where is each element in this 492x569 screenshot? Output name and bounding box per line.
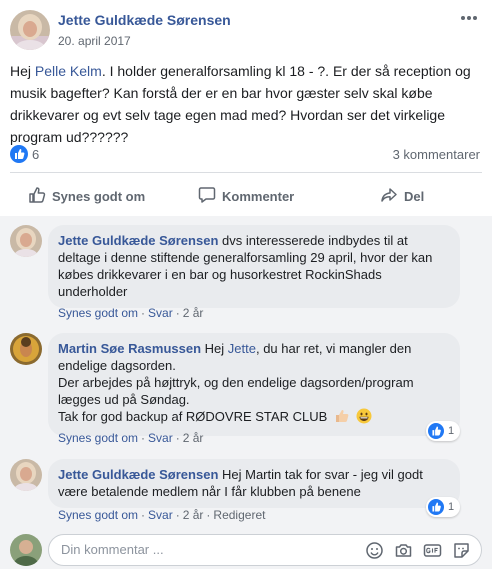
- comment-like-link[interactable]: Synes godt om: [58, 431, 138, 445]
- comment-text-line3: Tak for god backup af RØDOVRE STAR CLUB: [58, 409, 328, 424]
- comment-reaction-pill[interactable]: 1: [426, 497, 461, 517]
- comment-like-link[interactable]: Synes godt om: [58, 508, 138, 522]
- sticker-icon[interactable]: [452, 541, 471, 560]
- thumbs-up-emoji: [334, 408, 350, 428]
- author-avatar[interactable]: [10, 10, 50, 50]
- comment-reaction-pill[interactable]: 1: [426, 421, 461, 441]
- comment-reply-link[interactable]: Svar: [148, 431, 173, 445]
- like-reaction-icon: [428, 499, 444, 515]
- comment-timestamp[interactable]: 2 år: [183, 306, 204, 320]
- comment-avatar[interactable]: [10, 459, 42, 491]
- comment-button-label: Kommenter: [222, 188, 295, 204]
- comment-bubble: Jette Guldkæde Sørensen dvs interessered…: [48, 225, 460, 308]
- like-button-label: Synes godt om: [52, 188, 146, 204]
- comment-composer: [48, 534, 482, 566]
- comment-avatar[interactable]: [10, 333, 42, 365]
- gif-icon[interactable]: [423, 541, 442, 560]
- comment-timestamp[interactable]: 2 år: [183, 508, 204, 522]
- post-text: Hej Pelle Kelm. I holder generalforsamli…: [10, 60, 480, 148]
- reaction-summary: 6 3 kommentarer: [10, 145, 482, 165]
- post-text-prefix: Hej: [10, 63, 35, 79]
- comment-meta: Synes godt om · Svar · 2 år: [58, 306, 204, 320]
- post-author-name[interactable]: Jette Guldkæde Sørensen: [58, 12, 231, 28]
- share-button-label: Del: [404, 188, 425, 204]
- comment-author[interactable]: Martin Søe Rasmussen: [58, 341, 201, 356]
- post-mention-link[interactable]: Pelle Kelm: [35, 63, 102, 79]
- composer-icons: [365, 541, 471, 560]
- comment-button[interactable]: Kommenter: [198, 180, 294, 212]
- current-user-avatar[interactable]: [10, 534, 42, 566]
- comment-icon: [198, 186, 222, 207]
- emoji-icon[interactable]: [365, 541, 384, 560]
- comment-reply-link[interactable]: Svar: [148, 306, 173, 320]
- post-timestamp[interactable]: 20. april 2017: [58, 34, 131, 48]
- divider: [10, 172, 482, 173]
- comment-meta: Synes godt om · Svar · 2 år · Redigeret: [58, 508, 266, 522]
- comment-reply-link[interactable]: Svar: [148, 508, 173, 522]
- comment-reaction-count: 1: [448, 501, 455, 513]
- grinning-emoji: [356, 408, 372, 428]
- action-bar: Synes godt om Kommenter Del: [10, 180, 482, 212]
- more-icon[interactable]: [456, 10, 482, 28]
- comment-text-prefix: Hej: [201, 341, 228, 356]
- comment-bubble: Martin Søe Rasmussen Hej Jette, du har r…: [48, 333, 460, 436]
- thumbs-up-icon: [28, 186, 52, 207]
- comment-bubble: Jette Guldkæde Sørensen Hej Martin tak f…: [48, 459, 460, 508]
- comment-author[interactable]: Jette Guldkæde Sørensen: [58, 467, 218, 482]
- comment-mention-link[interactable]: Jette: [228, 341, 256, 356]
- like-reaction-icon[interactable]: [10, 145, 28, 163]
- comment-count[interactable]: 3 kommentarer: [393, 147, 480, 162]
- comment-meta: Synes godt om · Svar · 2 år: [58, 431, 204, 445]
- comment-line-3: Tak for god backup af RØDOVRE STAR CLUB: [58, 408, 450, 428]
- comment-line-2: Der arbejdes på højttryk, og den endelig…: [58, 375, 414, 407]
- comment-edited-label[interactable]: Redigeret: [213, 508, 265, 522]
- comment-author[interactable]: Jette Guldkæde Sørensen: [58, 233, 218, 248]
- comment-line-1: Martin Søe Rasmussen Hej Jette, du har r…: [58, 340, 450, 374]
- reaction-count[interactable]: 6: [32, 147, 39, 162]
- comment-like-link[interactable]: Synes godt om: [58, 306, 138, 320]
- comment-avatar[interactable]: [10, 225, 42, 257]
- comment-input[interactable]: [61, 542, 351, 557]
- comment-timestamp[interactable]: 2 år: [183, 431, 204, 445]
- like-button[interactable]: Synes godt om: [28, 180, 145, 212]
- camera-icon[interactable]: [394, 541, 413, 560]
- post-header: Jette Guldkæde Sørensen 20. april 2017: [10, 10, 482, 52]
- like-reaction-icon: [428, 423, 444, 439]
- share-button[interactable]: Del: [380, 180, 424, 212]
- share-icon: [380, 186, 404, 207]
- comment-reaction-count: 1: [448, 425, 455, 437]
